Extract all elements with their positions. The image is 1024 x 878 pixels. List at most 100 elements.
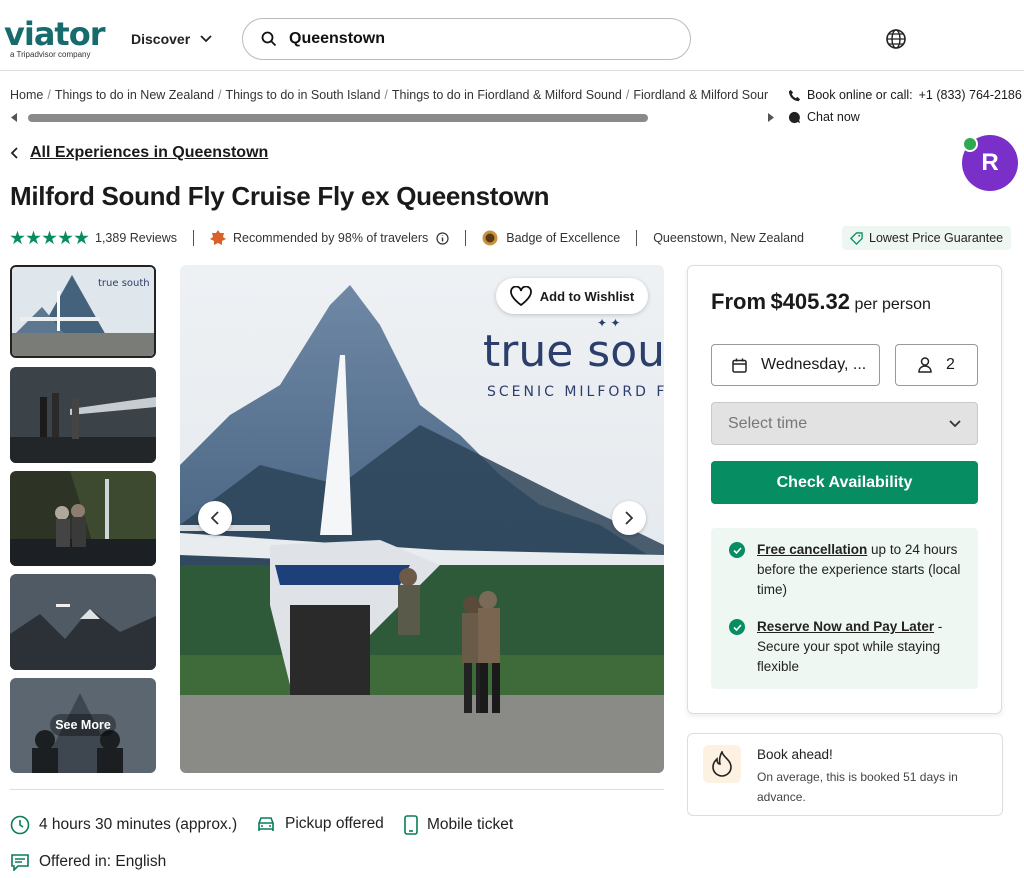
lowest-price-label: Lowest Price Guarantee	[869, 231, 1004, 245]
search-input[interactable]	[289, 30, 649, 48]
search-bar[interactable]	[242, 18, 691, 60]
traveler-picker[interactable]: 2	[895, 344, 978, 386]
thumb-image	[10, 367, 156, 463]
mobile-phone-icon	[404, 815, 418, 835]
time-select[interactable]: Select time	[711, 402, 978, 445]
wishlist-label: Add to Wishlist	[539, 288, 635, 304]
header-divider	[0, 70, 1024, 71]
gallery-thumb-5[interactable]: See More	[10, 678, 156, 773]
gallery-thumb-1[interactable]: true south	[10, 265, 156, 358]
search-icon	[261, 31, 277, 47]
perk-text: Reserve Now and Pay Later - Secure your …	[757, 617, 969, 677]
logo-text: viator	[4, 15, 105, 53]
star-icon	[58, 230, 73, 245]
booking-perks: Free cancellation up to 24 hours before …	[711, 528, 978, 689]
free-cancellation-link[interactable]: Free cancellation	[757, 542, 867, 557]
breadcrumb-separator: /	[384, 88, 388, 102]
chat-label: Chat now	[807, 110, 860, 124]
back-link-label: All Experiences in Queenstown	[30, 144, 269, 161]
book-ahead-title: Book ahead!	[757, 747, 833, 762]
recommend-badge-icon	[210, 230, 226, 245]
price-from-label: From	[711, 289, 766, 314]
price-per-label: per person	[854, 296, 931, 313]
thumb-image	[10, 574, 156, 670]
chat-now[interactable]: Chat now	[788, 110, 860, 124]
discover-label: Discover	[131, 31, 191, 47]
breadcrumb-separator: /	[47, 88, 51, 102]
feature-duration: 4 hours 30 minutes (approx.)	[10, 815, 237, 835]
book-ahead-text: On average, this is booked 51 days in ad…	[757, 770, 958, 804]
feature-ticket: Mobile ticket	[404, 815, 513, 835]
thumb-image: true south	[12, 267, 154, 356]
chevron-left-icon	[10, 147, 18, 159]
star-icon	[42, 230, 57, 245]
recommended-text: Recommended by 98% of travelers	[233, 231, 429, 245]
date-picker[interactable]: Wednesday, ...	[711, 344, 880, 386]
tag-icon	[850, 231, 863, 245]
discover-menu[interactable]: Discover	[131, 31, 212, 47]
feature-pickup: Pickup offered	[256, 815, 384, 833]
scroll-left-icon[interactable]	[10, 113, 19, 122]
thumb-image	[10, 471, 156, 566]
breadcrumb-new-zealand[interactable]: Things to do in New Zealand	[55, 88, 214, 102]
scroll-right-icon[interactable]	[766, 113, 775, 122]
breadcrumb-separator: /	[217, 88, 222, 102]
contact-phone[interactable]: Book online or call: +1 (833) 764-2186	[788, 88, 1022, 102]
section-divider	[10, 789, 664, 790]
page-title: Milford Sound Fly Cruise Fly ex Queensto…	[10, 181, 550, 211]
duration-text: 4 hours 30 minutes (approx.)	[39, 816, 238, 833]
info-icon[interactable]	[436, 231, 449, 245]
perk-free-cancellation: Free cancellation up to 24 hours before …	[729, 540, 969, 600]
breadcrumb-scrollbar[interactable]	[28, 114, 648, 122]
speech-bubble-icon	[11, 854, 29, 871]
flame-icon	[703, 745, 741, 783]
perk-text: Free cancellation up to 24 hours before …	[757, 540, 969, 600]
time-placeholder: Select time	[728, 414, 808, 432]
location-text: Queenstown, New Zealand	[653, 231, 804, 245]
date-value: Wednesday, ...	[761, 356, 867, 373]
star-icon	[26, 230, 41, 245]
chevron-left-icon	[211, 511, 219, 525]
phone-number[interactable]: +1 (833) 764-2186	[919, 88, 1022, 102]
reviews-count[interactable]: 1,389 Reviews	[95, 231, 177, 245]
gallery-prev-button[interactable]	[198, 501, 232, 535]
back-link[interactable]: All Experiences in Queenstown	[10, 144, 268, 162]
viator-logo[interactable]: viator a Tripadvisor company	[4, 15, 105, 59]
price-value: $405.32	[770, 289, 850, 314]
breadcrumb-home[interactable]: Home	[10, 88, 43, 102]
check-circle-icon	[729, 619, 745, 635]
breadcrumb-south-island[interactable]: Things to do in South Island	[225, 88, 380, 102]
product-meta: 1,389 Reviews Recommended by 98% of trav…	[10, 229, 804, 247]
chevron-down-icon	[200, 35, 212, 43]
chat-icon	[788, 111, 801, 123]
check-availability-button[interactable]: Check Availability	[711, 461, 978, 504]
gallery-thumb-4[interactable]	[10, 574, 156, 670]
divider	[465, 230, 467, 246]
gallery-thumb-2[interactable]	[10, 367, 156, 463]
breadcrumb: Home / Things to do in New Zealand / Thing…	[10, 88, 782, 102]
rating-stars	[10, 230, 89, 246]
price-display: From $405.32 per person	[711, 289, 931, 315]
breadcrumb-fiordland[interactable]: Things to do in Fiordland & Milford Soun…	[392, 88, 622, 102]
add-to-wishlist-button[interactable]: Add to Wishlist	[496, 278, 648, 314]
gallery-thumb-3[interactable]	[10, 471, 156, 566]
see-more-button[interactable]: See More	[50, 714, 116, 736]
badge-text: Badge of Excellence	[506, 231, 621, 245]
lowest-price-badge[interactable]: Lowest Price Guarantee	[842, 226, 1012, 250]
perk-reserve-now: Reserve Now and Pay Later - Secure your …	[729, 617, 969, 677]
sparkle-icon: ✦ ✦	[597, 316, 620, 330]
star-icon	[74, 230, 89, 245]
reserve-now-link[interactable]: Reserve Now and Pay Later	[757, 619, 934, 634]
breadcrumb-current[interactable]: Fiordland & Milford Sour	[633, 88, 768, 102]
svg-text:true south: true south	[98, 278, 150, 289]
phone-icon	[788, 89, 801, 101]
star-icon	[10, 230, 25, 245]
clock-icon	[10, 815, 30, 835]
check-circle-icon	[729, 542, 745, 558]
gallery-next-button[interactable]	[612, 501, 646, 535]
globe-icon[interactable]	[884, 27, 908, 51]
chevron-right-icon	[625, 511, 633, 525]
heart-icon	[509, 286, 532, 306]
language-text: Offered in: English	[39, 853, 167, 870]
main-photo[interactable]: true sou SCENIC MILFORD FL ✦ ✦	[180, 265, 664, 773]
